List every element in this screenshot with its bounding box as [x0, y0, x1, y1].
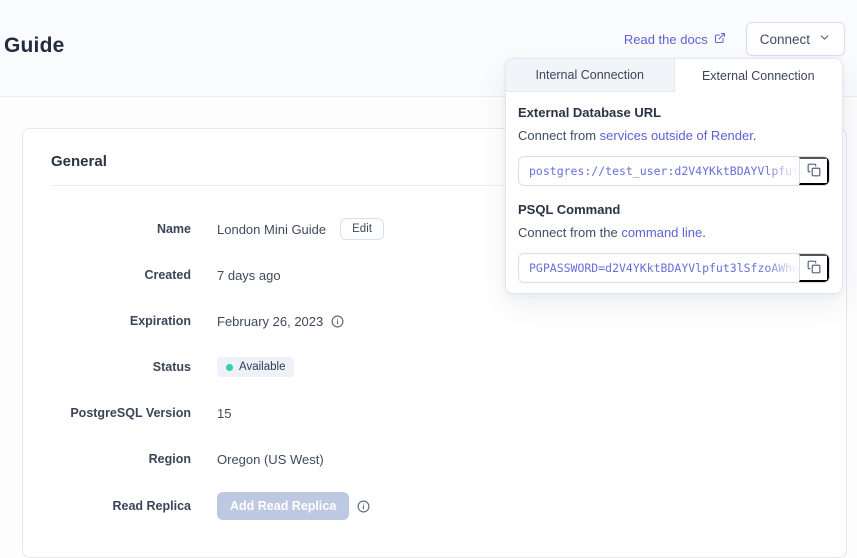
- name-value: London Mini Guide: [217, 222, 326, 237]
- row-postgresql-version: PostgreSQL Version 15: [51, 400, 818, 426]
- connection-tabs: Internal Connection External Connection: [506, 59, 842, 92]
- region-label: Region: [51, 452, 191, 466]
- info-icon[interactable]: [357, 500, 370, 513]
- status-badge-label: Available: [239, 361, 285, 373]
- page-title: Guide: [4, 34, 65, 58]
- edit-name-button[interactable]: Edit: [340, 218, 384, 240]
- postgresql-version-label: PostgreSQL Version: [51, 406, 191, 420]
- description-text: .: [753, 128, 757, 143]
- external-database-url-heading: External Database URL: [518, 105, 830, 120]
- tab-internal-connection[interactable]: Internal Connection: [506, 59, 675, 92]
- copy-button[interactable]: [799, 254, 829, 282]
- region-value: Oregon (US West): [217, 452, 324, 467]
- description-text: .: [702, 225, 706, 240]
- copy-icon: [807, 163, 821, 180]
- status-value-group: Available: [217, 357, 294, 377]
- name-value-group: London Mini Guide Edit: [217, 218, 384, 240]
- copy-icon: [807, 260, 821, 277]
- expiration-value: February 26, 2023: [217, 314, 323, 329]
- description-text: Connect from the: [518, 225, 621, 240]
- row-expiration: Expiration February 26, 2023: [51, 308, 818, 334]
- psql-command-value[interactable]: PGPASSWORD=d2V4YKktBDAYVlpfut3lSfzoAWhwb…: [519, 254, 799, 282]
- read-the-docs-link[interactable]: Read the docs: [624, 32, 726, 47]
- external-connection-panel: External Database URL Connect from servi…: [506, 92, 842, 297]
- read-the-docs-label: Read the docs: [624, 32, 708, 47]
- created-value: 7 days ago: [217, 268, 281, 283]
- copy-button[interactable]: [799, 157, 829, 185]
- postgresql-version-value: 15: [217, 406, 231, 421]
- created-label: Created: [51, 268, 191, 282]
- psql-command-field: PGPASSWORD=d2V4YKktBDAYVlpfut3lSfzoAWhwb…: [518, 253, 830, 283]
- tab-external-connection[interactable]: External Connection: [675, 59, 843, 92]
- psql-command-description: Connect from the command line.: [518, 225, 830, 240]
- description-text: Connect from: [518, 128, 600, 143]
- connect-button[interactable]: Connect: [746, 22, 845, 56]
- name-label: Name: [51, 222, 191, 236]
- header-actions: Read the docs Connect: [624, 22, 845, 56]
- services-outside-render-link[interactable]: services outside of Render: [600, 128, 753, 143]
- status-badge: Available: [217, 357, 294, 377]
- status-available-dot: [226, 364, 233, 371]
- external-link-icon: [714, 32, 726, 47]
- external-database-url-field: postgres://test_user:d2V4YKktBDAYVlpfut3…: [518, 156, 830, 186]
- command-line-link[interactable]: command line: [621, 225, 702, 240]
- connect-button-label: Connect: [760, 32, 810, 47]
- connect-popover: Internal Connection External Connection …: [505, 58, 843, 294]
- external-database-url-description: Connect from services outside of Render.: [518, 128, 830, 143]
- read-replica-label: Read Replica: [51, 499, 191, 513]
- row-region: Region Oregon (US West): [51, 446, 818, 472]
- status-label: Status: [51, 360, 191, 374]
- expiration-value-group: February 26, 2023: [217, 314, 344, 329]
- info-icon[interactable]: [331, 315, 344, 328]
- row-status: Status Available: [51, 354, 818, 380]
- chevron-down-icon: [818, 31, 831, 47]
- expiration-label: Expiration: [51, 314, 191, 328]
- psql-command-heading: PSQL Command: [518, 202, 830, 217]
- external-database-url-value[interactable]: postgres://test_user:d2V4YKktBDAYVlpfut3…: [519, 157, 799, 185]
